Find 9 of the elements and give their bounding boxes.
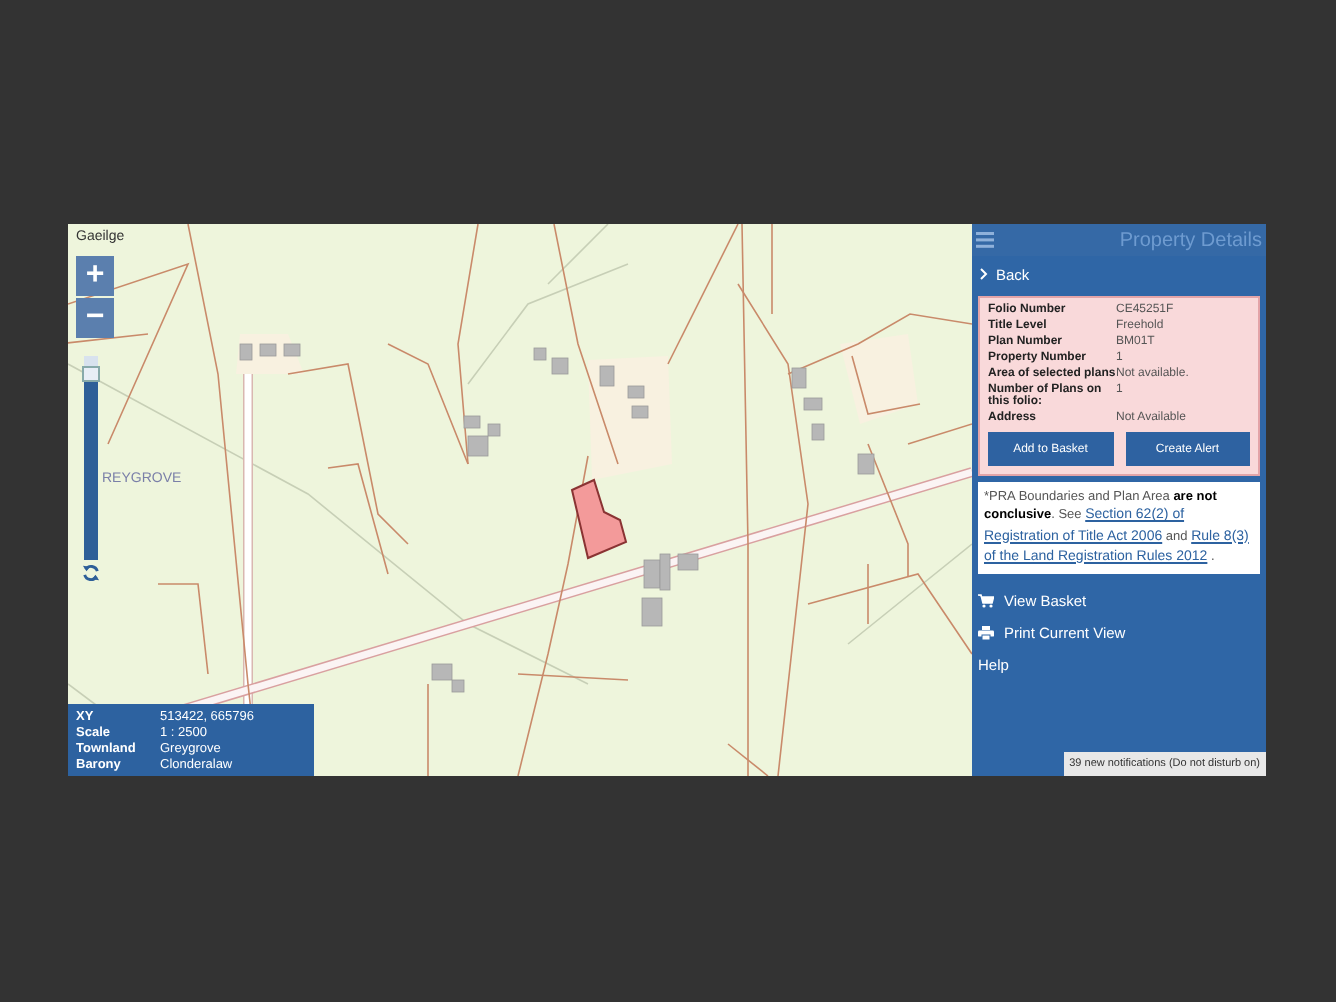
zoom-out-button[interactable]: − <box>76 298 114 338</box>
zoom-slider-thumb[interactable] <box>82 366 100 383</box>
menu-icon[interactable] <box>976 232 994 248</box>
refresh-icon[interactable] <box>82 564 100 582</box>
chevron-icon <box>980 268 988 280</box>
panel-title: Property Details <box>1119 229 1262 251</box>
cart-icon <box>978 594 994 609</box>
printer-icon <box>978 626 994 641</box>
zoom-in-button[interactable]: + <box>76 256 114 296</box>
